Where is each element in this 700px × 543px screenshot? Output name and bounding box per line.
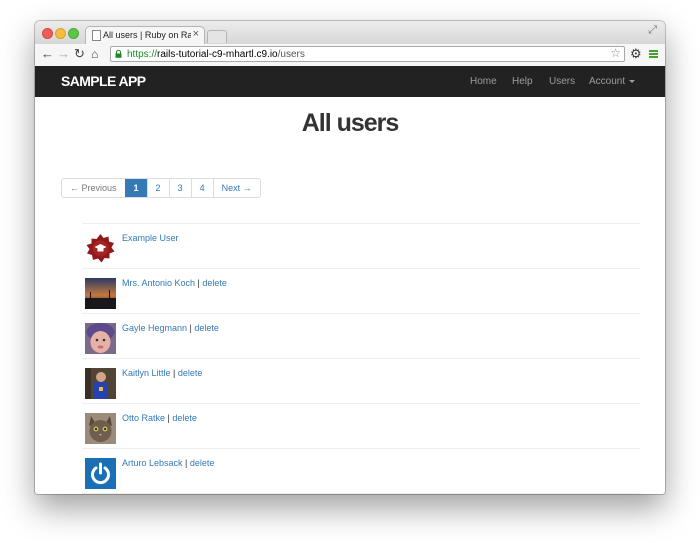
- user-list-item: Kaitlyn Little | delete: [82, 359, 640, 404]
- user-name-link[interactable]: Gayle Hegmann: [122, 323, 187, 333]
- pagination-page-4[interactable]: 4: [190, 179, 213, 197]
- user-name-link[interactable]: Example User: [122, 233, 179, 243]
- close-window-button[interactable]: [42, 28, 53, 39]
- delete-user-link[interactable]: delete: [172, 413, 197, 423]
- user-list-item: Otto Ratke | delete: [82, 404, 640, 449]
- pagination: ← Previous 1 2 3 4 Next →: [61, 178, 261, 198]
- user-name-link[interactable]: Mrs. Antonio Koch: [122, 278, 195, 288]
- close-tab-icon[interactable]: ×: [193, 28, 199, 40]
- user-list-item: Gayle Hegmann | delete: [82, 314, 640, 359]
- cat-photo-icon: [85, 413, 116, 444]
- site-navbar: SAMPLE APP Home Help Users Account: [35, 66, 665, 97]
- sunset-photo-icon: [85, 278, 116, 309]
- power-icon: [85, 458, 116, 489]
- delete-user-link[interactable]: delete: [178, 368, 203, 378]
- user-list-item: Example User: [82, 223, 640, 269]
- pagination-next[interactable]: Next →: [212, 179, 260, 197]
- user-name-link[interactable]: Otto Ratke: [122, 413, 165, 423]
- user-list-item: Arturo Lebsack | delete: [82, 449, 640, 494]
- back-icon[interactable]: ←: [41, 46, 54, 62]
- user-list-item: Mrs. Antonio Koch | delete: [82, 269, 640, 314]
- nav-account[interactable]: Account: [589, 76, 636, 87]
- chevron-down-icon: [629, 79, 636, 83]
- browser-toolbar: ← → ↻ ⌂ https://rails-tutorial-c9-mhartl…: [35, 44, 665, 67]
- bookmark-star-icon[interactable]: ☆: [610, 46, 621, 60]
- zoom-window-button[interactable]: [68, 28, 79, 39]
- delete-user-link[interactable]: delete: [194, 323, 219, 333]
- browser-window: All users | Ruby on Rails T × ⤢ ← → ↻ ⌂ …: [35, 21, 665, 494]
- page-title: All users: [301, 109, 400, 137]
- forward-icon[interactable]: →: [57, 46, 70, 62]
- tab-title: All users | Ruby on Rails T: [103, 30, 191, 40]
- pagination-page-1[interactable]: 1: [124, 179, 147, 197]
- user-name-link[interactable]: Kaitlyn Little: [122, 368, 171, 378]
- person-photo-icon: [85, 368, 116, 399]
- brand-logo[interactable]: SAMPLE APP: [61, 73, 146, 89]
- minimize-window-button[interactable]: [55, 28, 66, 39]
- new-tab-button[interactable]: [207, 30, 227, 43]
- user-list: Example User Mrs. Antonio Koch | delete: [82, 223, 640, 494]
- document-icon: [92, 30, 101, 41]
- gear-icon[interactable]: ⚙: [630, 46, 642, 62]
- pagination-page-2[interactable]: 2: [146, 179, 169, 197]
- nav-users[interactable]: Users: [549, 76, 575, 87]
- browser-tab[interactable]: All users | Ruby on Rails T ×: [85, 26, 205, 44]
- fullscreen-icon[interactable]: ⤢: [648, 24, 657, 37]
- pagination-previous[interactable]: ← Previous: [62, 179, 125, 197]
- url-text: https://rails-tutorial-c9-mhartl.c9.io/u…: [127, 49, 305, 60]
- delete-user-link[interactable]: delete: [190, 458, 215, 468]
- user-name-link[interactable]: Arturo Lebsack: [122, 458, 183, 468]
- nav-home[interactable]: Home: [470, 76, 497, 87]
- nav-account-label: Account: [589, 76, 626, 87]
- browser-menu-icon[interactable]: [649, 50, 658, 58]
- title-bar: All users | Ruby on Rails T × ⤢: [35, 21, 665, 44]
- lock-icon: [115, 50, 122, 58]
- nav-help[interactable]: Help: [512, 76, 533, 87]
- child-photo-icon: [85, 323, 116, 354]
- gravatar-logo-icon: [86, 234, 115, 263]
- reload-icon[interactable]: ↻: [74, 46, 85, 62]
- pagination-page-3[interactable]: 3: [168, 179, 191, 197]
- home-icon[interactable]: ⌂: [91, 46, 98, 62]
- address-bar[interactable]: https://rails-tutorial-c9-mhartl.c9.io/u…: [110, 46, 625, 62]
- page-viewport: SAMPLE APP Home Help Users Account All u…: [35, 66, 665, 494]
- delete-user-link[interactable]: delete: [202, 278, 227, 288]
